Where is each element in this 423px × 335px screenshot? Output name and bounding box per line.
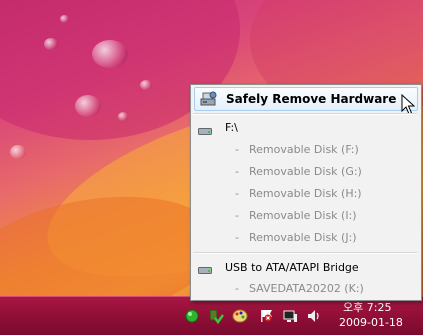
device-item-f[interactable]: F:\ <box>225 121 238 134</box>
volume-item-g: Removable Disk (G:) <box>249 165 362 178</box>
volume-dash: - <box>235 143 239 156</box>
paint-palette-icon[interactable] <box>232 308 248 324</box>
notification-area <box>180 300 340 330</box>
usb-drive-icon <box>198 267 212 274</box>
volume-dash: - <box>235 165 239 178</box>
network-status-icon[interactable] <box>184 308 200 324</box>
hardware-eject-icon <box>200 91 217 106</box>
volume-item-j: Removable Disk (J:) <box>249 231 357 244</box>
safely-remove-hardware-icon[interactable] <box>208 308 224 324</box>
volume-item-i: Removable Disk (I:) <box>249 209 357 222</box>
volume-item-k: SAVEDATA20202 (K:) <box>249 282 364 295</box>
volume-dash: - <box>235 282 239 295</box>
menu-header-label: Safely Remove Hardware <box>226 92 397 106</box>
volume-dash: - <box>235 231 239 244</box>
volume-item-f: Removable Disk (F:) <box>249 143 359 156</box>
clock-date[interactable]: 2009-01-18 <box>339 316 403 329</box>
menu-separator <box>193 113 417 115</box>
volume-icon[interactable] <box>306 308 322 324</box>
network-icon[interactable] <box>282 308 298 324</box>
device-item-usb-bridge[interactable]: USB to ATA/ATAPI Bridge <box>225 261 359 274</box>
safely-remove-hardware-item[interactable]: Safely Remove Hardware <box>194 87 418 111</box>
menu-separator <box>193 252 417 254</box>
safely-remove-hardware-menu: Safely Remove Hardware F:\ - Removable D… <box>190 84 422 301</box>
volume-item-h: Removable Disk (H:) <box>249 187 362 200</box>
volume-dash: - <box>235 187 239 200</box>
action-center-flag-icon[interactable] <box>258 308 274 324</box>
usb-drive-icon <box>198 128 212 135</box>
clock-time[interactable]: 오후 7:25 <box>343 299 391 315</box>
volume-dash: - <box>235 209 239 222</box>
